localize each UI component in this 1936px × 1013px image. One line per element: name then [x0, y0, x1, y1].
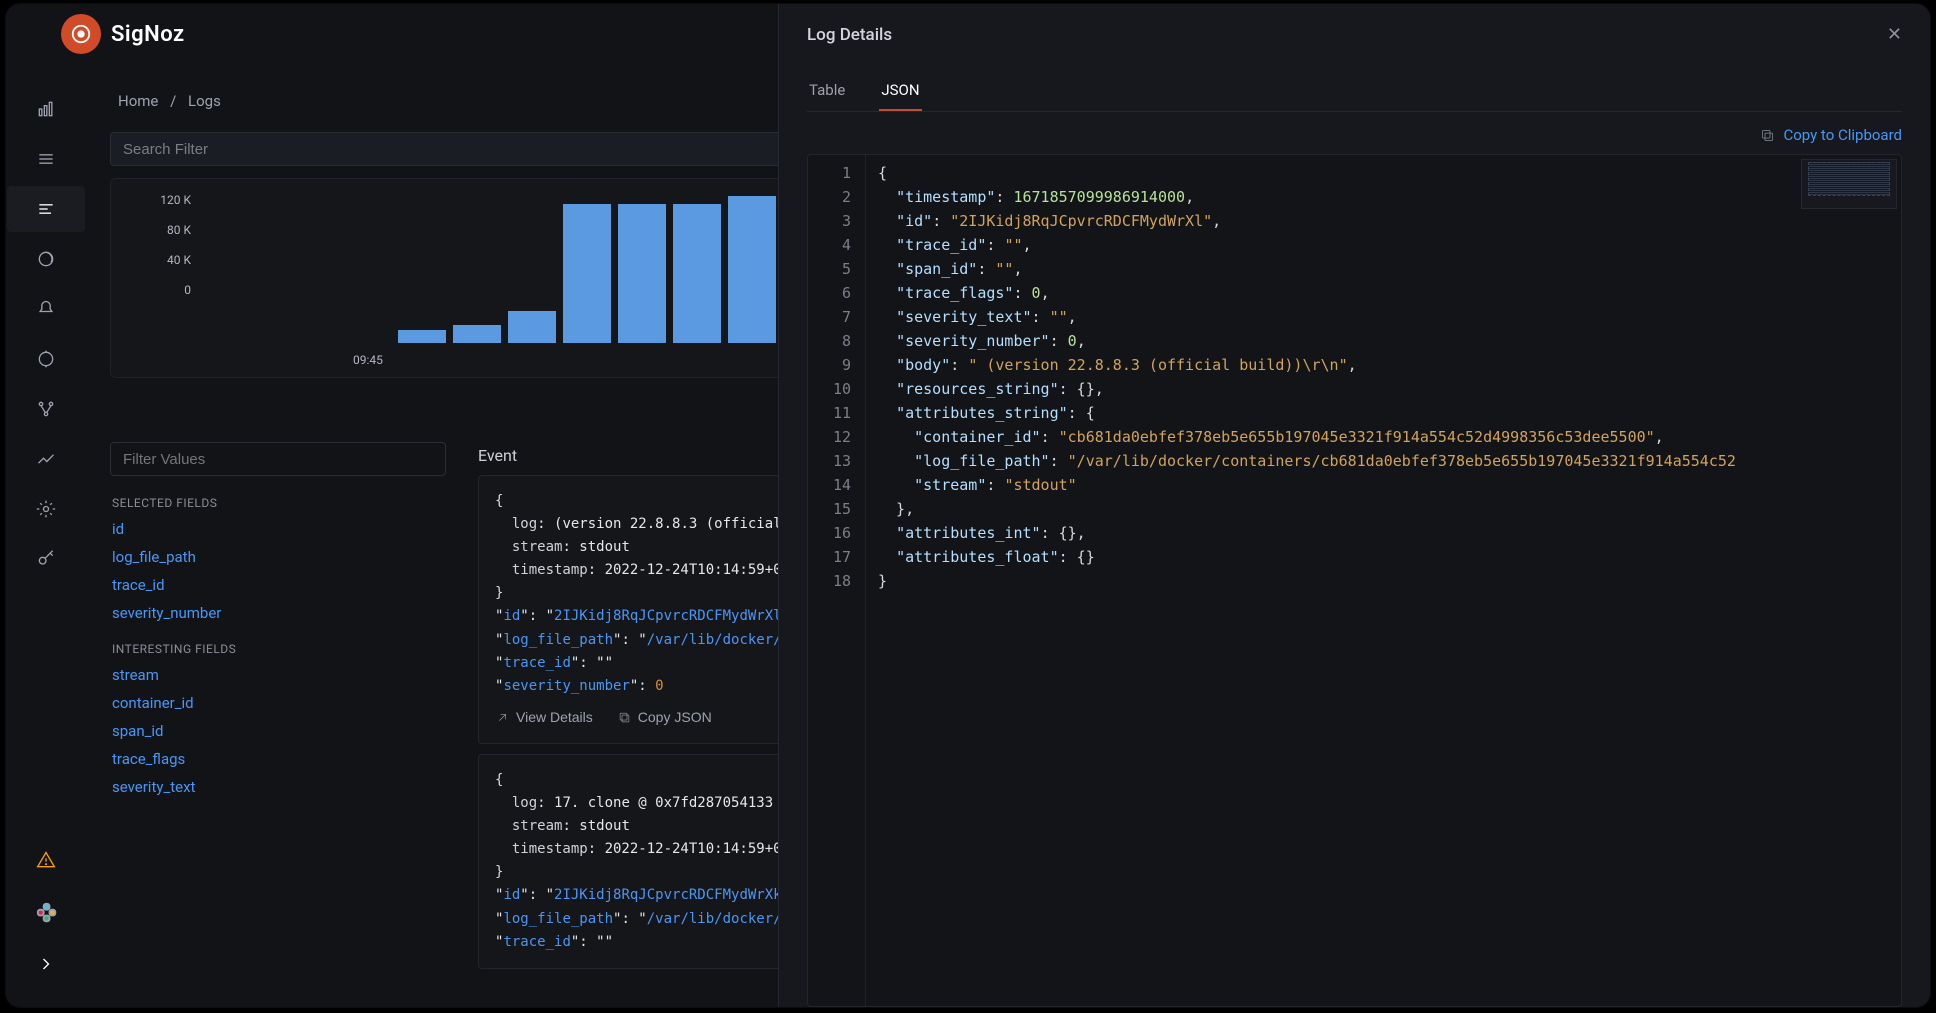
breadcrumb-current: Logs: [188, 92, 221, 110]
brand-name: SigNoz: [111, 22, 185, 47]
nav-settings[interactable]: [7, 486, 85, 532]
x-tick: 09:45: [353, 353, 383, 367]
chart-bar[interactable]: [398, 330, 446, 343]
nav-usage[interactable]: [7, 436, 85, 482]
tab-table[interactable]: Table: [807, 71, 847, 111]
y-tick: 120 K: [139, 193, 191, 209]
copy-json-button[interactable]: Copy JSON: [617, 706, 712, 729]
chart-bar[interactable]: [618, 204, 666, 343]
nav-keys[interactable]: [7, 536, 85, 582]
tab-json[interactable]: JSON: [879, 71, 921, 111]
field-item[interactable]: trace_flags: [110, 750, 446, 768]
view-details-button[interactable]: View Details: [495, 706, 593, 729]
interesting-fields-label: INTERESTING FIELDS: [112, 642, 446, 656]
copy-to-clipboard-button[interactable]: Copy to Clipboard: [1760, 126, 1902, 144]
nav-alerts[interactable]: [7, 286, 85, 332]
nav-logs[interactable]: [7, 186, 85, 232]
warning-icon[interactable]: [7, 837, 85, 883]
field-item[interactable]: severity_number: [110, 604, 446, 622]
side-nav: [6, 64, 86, 1007]
y-tick: 40 K: [139, 253, 191, 269]
nav-errors[interactable]: [7, 336, 85, 382]
selected-fields-label: SELECTED FIELDS: [112, 496, 446, 510]
field-item[interactable]: id: [110, 520, 446, 538]
minimap[interactable]: [1801, 159, 1897, 209]
breadcrumb-home[interactable]: Home: [118, 92, 158, 110]
field-item[interactable]: container_id: [110, 694, 446, 712]
nav-metrics[interactable]: [7, 86, 85, 132]
chart-bar[interactable]: [453, 325, 501, 343]
field-item[interactable]: span_id: [110, 722, 446, 740]
log-details-drawer: Log Details ✕ Table JSON Copy to Clipboa…: [778, 4, 1930, 1007]
chart-bar[interactable]: [563, 204, 611, 343]
nav-service-map[interactable]: [7, 386, 85, 432]
field-item[interactable]: stream: [110, 666, 446, 684]
nav-menu[interactable]: [7, 136, 85, 182]
chart-bar[interactable]: [508, 311, 556, 343]
slack-icon[interactable]: [7, 889, 85, 935]
chart-bar[interactable]: [728, 196, 776, 343]
field-item[interactable]: trace_id: [110, 576, 446, 594]
field-item[interactable]: severity_text: [110, 778, 446, 796]
field-item[interactable]: log_file_path: [110, 548, 446, 566]
y-tick: 0: [139, 283, 191, 299]
nav-dashboards[interactable]: [7, 236, 85, 282]
y-tick: 80 K: [139, 223, 191, 239]
copy-icon: [1760, 128, 1775, 143]
chart-bar[interactable]: [673, 204, 721, 343]
json-viewer[interactable]: 123456789101112131415161718 { "timestamp…: [807, 154, 1902, 1007]
expand-sidebar-icon[interactable]: [7, 941, 85, 987]
close-icon[interactable]: ✕: [1887, 24, 1902, 45]
drawer-title: Log Details: [807, 25, 892, 45]
brand-logo: [61, 14, 101, 54]
filter-values-input[interactable]: [110, 442, 446, 476]
